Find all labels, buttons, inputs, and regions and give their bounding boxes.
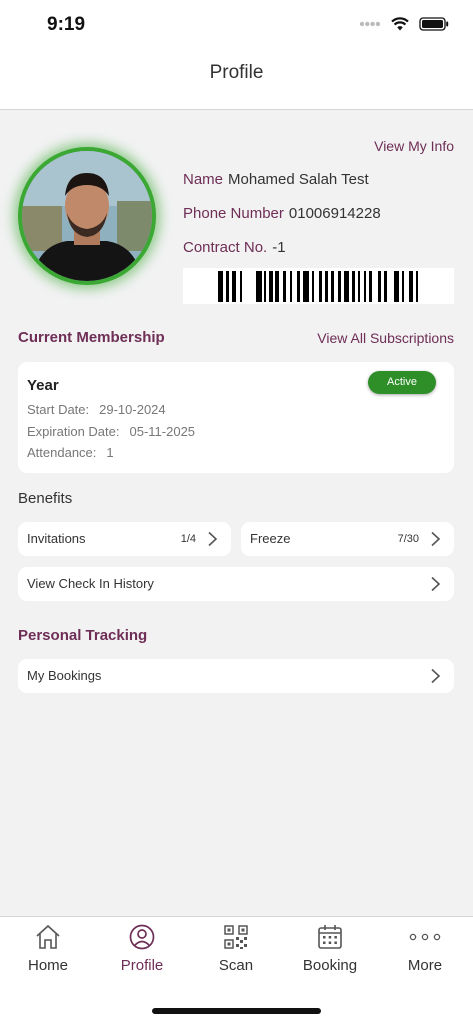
chevron-right-icon: [208, 531, 218, 547]
invitations-label: Invitations: [27, 531, 86, 546]
start-date-value: 29-10-2024: [99, 402, 166, 417]
phone-value: 01006914228: [288, 205, 381, 222]
tab-more[interactable]: More: [380, 923, 470, 974]
freeze-label: Freeze: [250, 531, 291, 546]
phone-label: Phone Number: [183, 205, 284, 222]
name-value: Mohamed Salah Test: [228, 171, 369, 188]
start-date-label: Start Date:: [27, 402, 90, 417]
home-indicator: [152, 1008, 321, 1014]
status-icons: [359, 17, 449, 31]
expiration-date-row: Expiration Date: 05-11-2025: [27, 424, 195, 439]
phone-row: Phone Number 01006914228: [183, 205, 381, 222]
my-bookings-label: My Bookings: [27, 668, 102, 683]
chevron-right-icon: [431, 531, 441, 547]
tab-home-label: Home: [27, 957, 68, 974]
my-bookings-button[interactable]: My Bookings: [18, 659, 454, 693]
home-icon: [36, 924, 60, 949]
check-in-history-label: View Check In History: [27, 576, 154, 591]
expiration-date-value: 05-11-2025: [129, 424, 196, 439]
barcode-graphic: [218, 271, 418, 302]
avatar[interactable]: [18, 147, 156, 285]
name-label: Name: [183, 171, 224, 188]
membership-card[interactable]: Year Active Start Date: 29-10-2024 Expira…: [18, 362, 454, 473]
attendance-row: Attendance: 1: [27, 445, 114, 460]
contract-row: Contract No. -1: [183, 239, 286, 256]
name-row: Name Mohamed Salah Test: [183, 171, 369, 188]
view-my-info-link[interactable]: View My Info: [374, 138, 454, 154]
freeze-button[interactable]: Freeze 7/30: [241, 522, 454, 556]
view-all-subscriptions-link[interactable]: View All Subscriptions: [317, 330, 454, 346]
check-in-history-button[interactable]: View Check In History: [18, 567, 454, 601]
status-badge: Active: [368, 371, 436, 394]
more-dots-icon: [409, 933, 441, 941]
attendance-label: Attendance:: [27, 445, 97, 460]
qr-code-icon: [224, 925, 248, 949]
calendar-icon: [318, 925, 342, 949]
user-circle-icon: [129, 924, 155, 950]
invitations-count: 1/4: [180, 533, 196, 545]
status-time: 9:19: [47, 14, 86, 35]
cellular-signal-icon: [359, 21, 381, 27]
freeze-count: 7/30: [397, 533, 419, 545]
profile-photo: [22, 151, 152, 281]
tab-booking-label: Booking: [302, 957, 358, 974]
chevron-right-icon: [431, 576, 441, 592]
contract-label: Contract No.: [183, 239, 268, 256]
benefits-title: Benefits: [18, 490, 73, 507]
chevron-right-icon: [431, 668, 441, 684]
navigation-bar: Profile: [0, 50, 473, 110]
membership-plan-name: Year: [27, 377, 59, 394]
tab-home[interactable]: Home: [3, 923, 93, 974]
tab-scan[interactable]: Scan: [191, 923, 281, 974]
tab-profile[interactable]: Profile: [97, 923, 187, 974]
page-title: Profile: [209, 62, 264, 83]
start-date-row: Start Date: 29-10-2024: [27, 402, 166, 417]
wifi-icon: [391, 17, 409, 31]
battery-icon: [419, 17, 449, 31]
expiration-date-label: Expiration Date:: [27, 424, 120, 439]
tab-more-label: More: [407, 957, 443, 974]
tab-booking[interactable]: Booking: [285, 923, 375, 974]
tab-profile-label: Profile: [120, 957, 164, 974]
current-membership-title: Current Membership: [18, 329, 165, 346]
attendance-value: 1: [106, 445, 114, 460]
member-barcode: [183, 268, 454, 304]
tab-scan-label: Scan: [218, 957, 254, 974]
status-bar: 9:19: [0, 0, 473, 50]
contract-value: -1: [272, 239, 286, 256]
personal-tracking-title: Personal Tracking: [18, 627, 148, 644]
invitations-button[interactable]: Invitations 1/4: [18, 522, 231, 556]
